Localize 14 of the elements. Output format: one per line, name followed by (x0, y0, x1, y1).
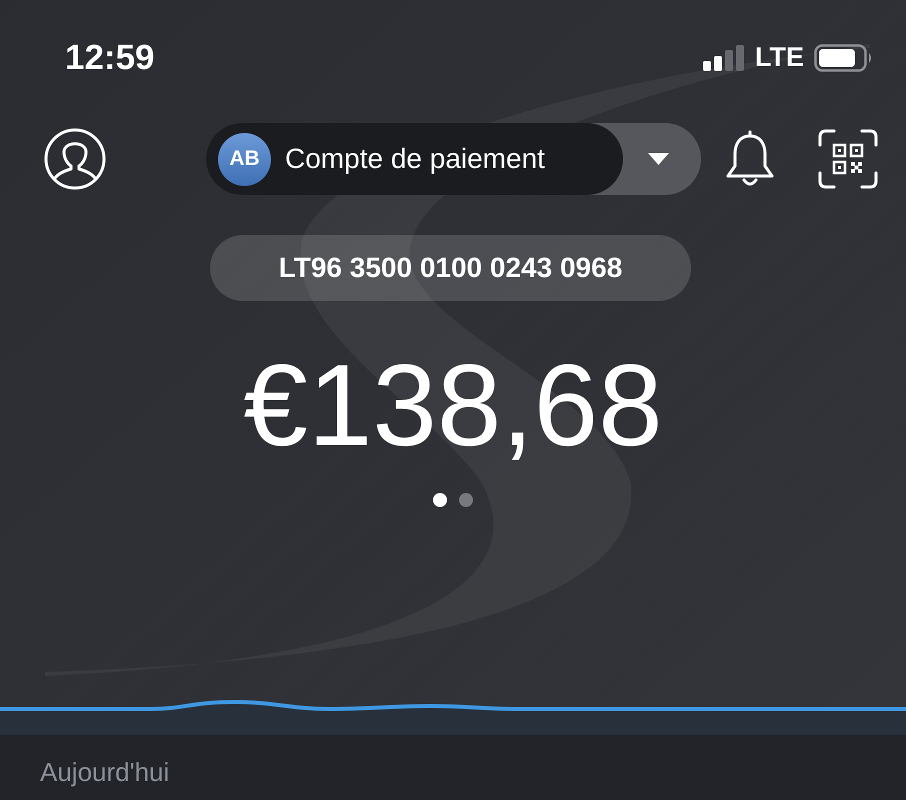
account-name: Compte de paiement (285, 145, 545, 173)
balance-amount: €138,68 (243, 347, 663, 463)
qr-scan-icon[interactable] (818, 129, 878, 189)
status-time: 12:59 (65, 40, 155, 75)
signal-icon (703, 44, 745, 70)
account-selector[interactable]: AB Compte de paiement (206, 123, 701, 195)
battery-icon (814, 44, 873, 72)
network-label: LTE (755, 44, 804, 71)
avatar-initials: AB (218, 132, 271, 186)
iban-button[interactable]: LT96 3500 0100 0243 0968 (210, 235, 691, 301)
section-heading: Aujourd'hui (40, 756, 170, 784)
caret-icon (648, 153, 669, 165)
bell-icon[interactable] (725, 130, 775, 188)
profile-icon[interactable] (44, 128, 106, 190)
